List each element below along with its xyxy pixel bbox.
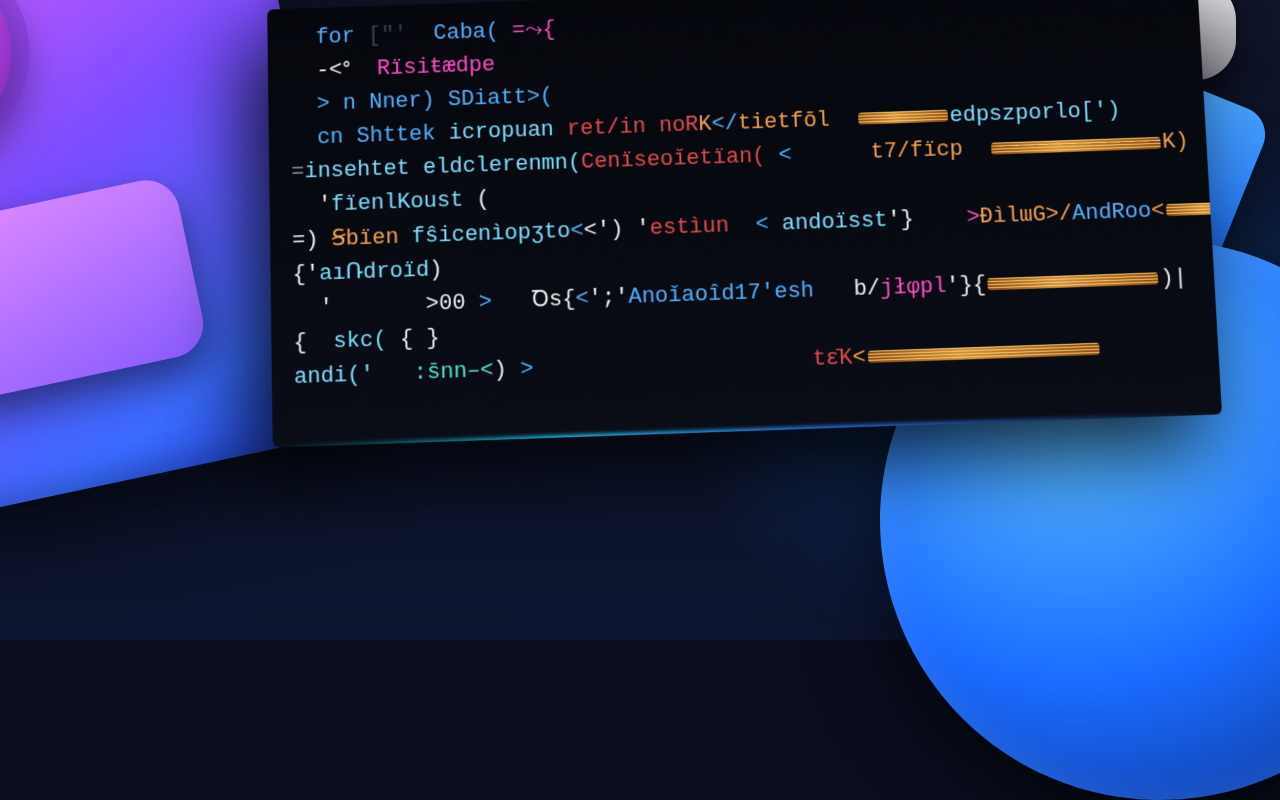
code-block: for ["ꞌ Caba( =⤳{ -<ᐤ Rïsiŧædpe > n Nner… [289, 0, 1199, 395]
purple-pad [0, 174, 209, 404]
guitar-strip-icon [858, 110, 948, 125]
purple-dial [0, 0, 28, 160]
guitar-strip-icon [868, 343, 1100, 363]
code-screen: for ["ꞌ Caba( =⤳{ -<ᐤ Rïsiŧædpe > n Nner… [267, 0, 1222, 448]
guitar-strip-icon [988, 272, 1159, 290]
artwork-background: for ["ꞌ Caba( =⤳{ -<ᐤ Rïsiŧædpe > n Nner… [0, 0, 1280, 640]
guitar-strip-icon [991, 136, 1161, 154]
